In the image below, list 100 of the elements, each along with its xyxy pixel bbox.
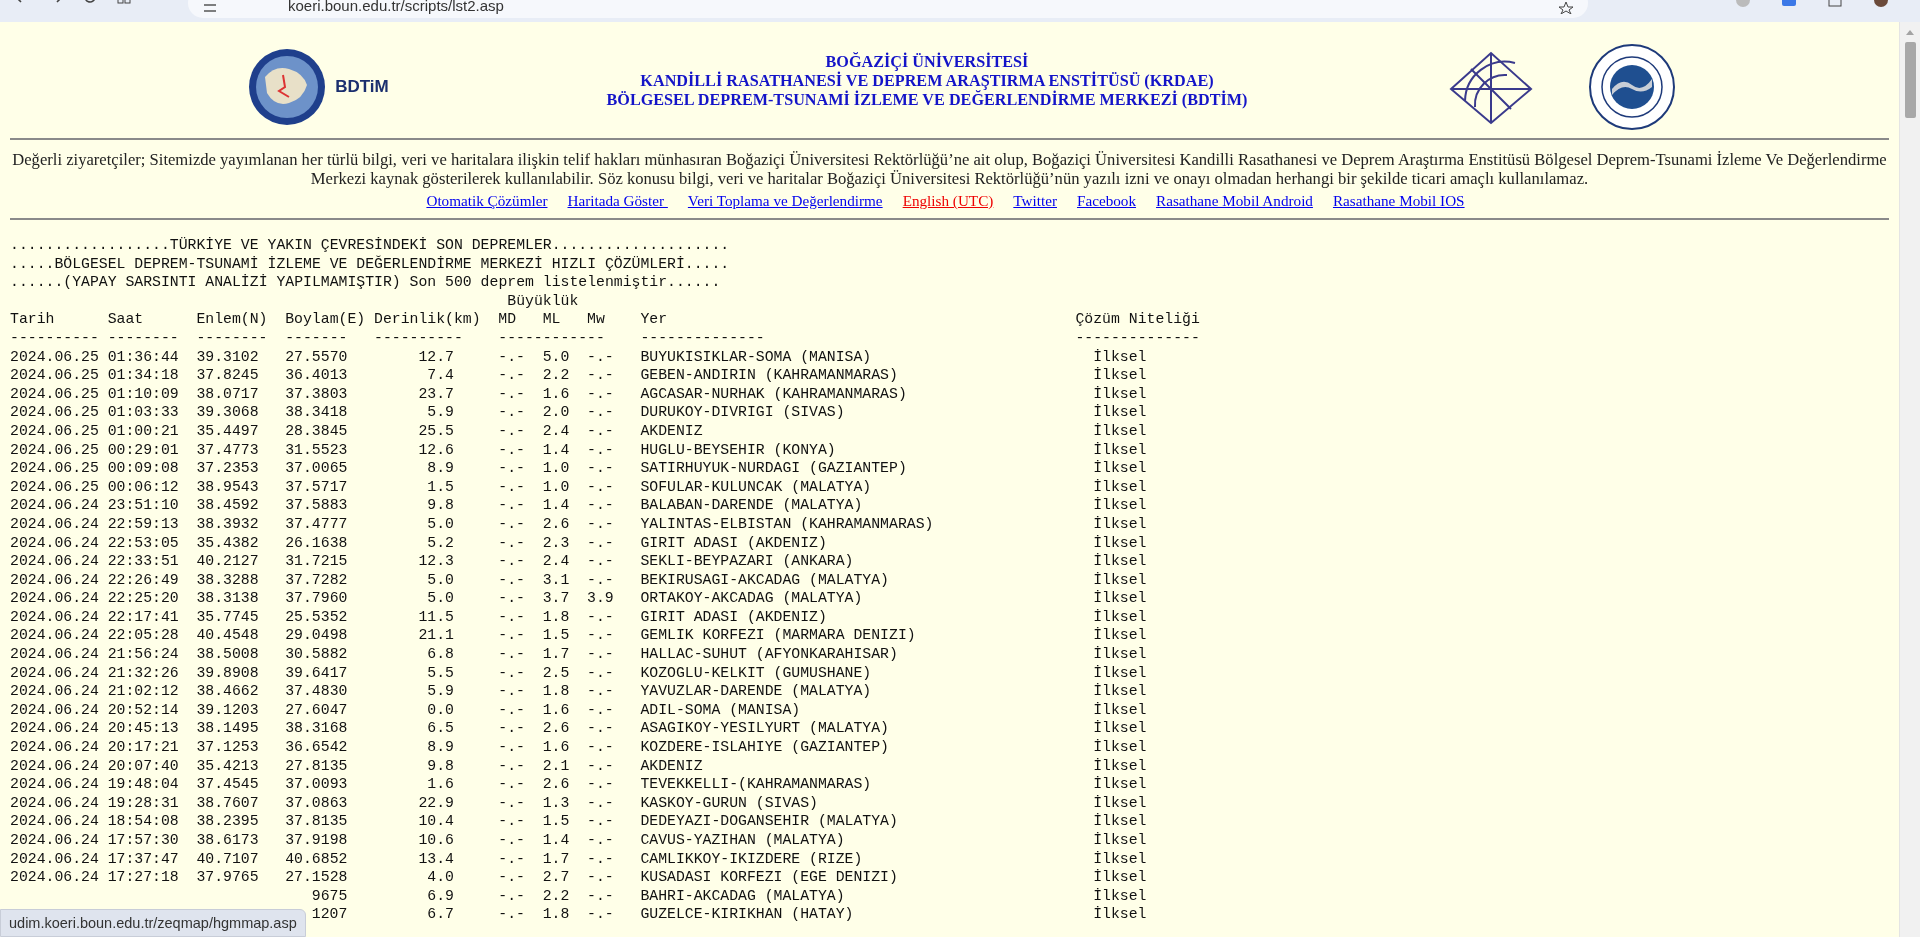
- table-cell: 2.0: [542, 403, 570, 422]
- table-cell: 22:59:13: [107, 514, 179, 534]
- table-cell: -.-: [498, 589, 525, 608]
- address-bar[interactable]: koeri.boun.edu.tr/scripts/lst2.asp: [188, 0, 1588, 18]
- table-cell: 21:02:12: [107, 682, 179, 701]
- scrollbar-thumb[interactable]: [1904, 42, 1916, 118]
- column-header: MD: [498, 310, 517, 329]
- table-cell: 37.5883: [285, 496, 348, 515]
- dash-rule: --------: [107, 328, 179, 348]
- table-cell: 29.0498: [285, 626, 348, 646]
- table-cell: 37.5717: [285, 477, 348, 497]
- table-cell: İlksel: [1093, 663, 1147, 683]
- table-cell: 25.5352: [285, 607, 348, 627]
- table-cell: 22:17:41: [107, 607, 179, 627]
- scroll-up-icon[interactable]: [1905, 28, 1915, 36]
- table-cell: DEDEYAZI-DOGANSEHIR (MALATYA): [640, 812, 898, 831]
- table-cell: İlksel: [1093, 849, 1147, 869]
- table-cell: İlksel: [1093, 477, 1147, 497]
- table-cell: 3.1: [542, 570, 570, 590]
- table-cell: İlksel: [1093, 421, 1147, 441]
- table-cell: İlksel: [1093, 905, 1147, 924]
- table-cell: 2024.06.24: [10, 496, 99, 515]
- table-cell: İlksel: [1093, 868, 1147, 887]
- table-cell: -.-: [587, 459, 614, 478]
- bookmark-star-icon[interactable]: [1558, 2, 1574, 14]
- list-heading: ......(YAPAY SARSINTI ANALİZİ YAPILMAMIŞTIR) Son 500 deprem listelenmiştir......: [10, 274, 721, 291]
- table-cell: 2.6: [542, 719, 570, 739]
- table-cell: -.-: [587, 477, 614, 497]
- nav-link[interactable]: Rasathane Mobil Android: [1156, 192, 1313, 210]
- table-cell: 7.4: [427, 366, 454, 385]
- table-cell: HALLAC-SUHUT (AFYONKARAHISAR): [640, 645, 898, 664]
- table-cell: 00:29:01: [107, 440, 179, 460]
- table-cell: 2.7: [542, 868, 570, 887]
- table-cell: 37.4773: [196, 440, 259, 460]
- table-cell: 22:33:51: [107, 552, 179, 571]
- table-cell: 01:03:33: [107, 403, 179, 422]
- table-cell: 39.3102: [196, 347, 259, 367]
- table-cell: 37.7960: [285, 589, 348, 608]
- address-text: koeri.boun.edu.tr/scripts/lst2.asp: [288, 0, 504, 14]
- table-cell: 10.6: [418, 831, 454, 850]
- table-cell: 2024.06.24: [10, 831, 99, 850]
- table-cell: 2024.06.25: [10, 366, 99, 385]
- column-header: Mw: [587, 310, 605, 329]
- table-cell: 00:09:08: [107, 459, 179, 478]
- nav-link[interactable]: Veri Toplama ve Değerlendirme: [687, 192, 883, 210]
- table-cell: -.-: [498, 384, 525, 404]
- table-cell: 1.4: [542, 496, 570, 515]
- table-cell: 5.5: [427, 663, 454, 683]
- table-cell: -.-: [587, 812, 614, 831]
- table-cell: HUGLU-BEYSEHIR (KONYA): [640, 440, 836, 460]
- table-cell: İlksel: [1093, 645, 1147, 664]
- table-cell: 31.5523: [285, 440, 348, 460]
- table-cell: -.-: [498, 886, 525, 906]
- nav-link[interactable]: Otomatik Çözümler: [426, 192, 548, 210]
- nav-link[interactable]: English (UTC): [902, 192, 994, 210]
- table-cell: -.-: [587, 738, 614, 757]
- table-cell: 20:07:40: [107, 756, 179, 776]
- table-cell: 39.3068: [196, 403, 259, 422]
- table-cell: 6.5: [427, 719, 454, 739]
- table-cell: 38.9543: [196, 477, 259, 497]
- table-cell: GIRIT ADASI (AKDENIZ): [640, 607, 827, 627]
- table-cell: 2024.06.24: [10, 607, 99, 627]
- dash-rule: ----------: [10, 328, 99, 348]
- table-cell: 5.0: [427, 589, 454, 608]
- table-cell: 2024.06.25: [10, 459, 99, 478]
- table-cell: BUYUKISIKLAR-SOMA (MANISA): [640, 347, 872, 367]
- table-cell: 2024.06.24: [10, 719, 99, 739]
- table-cell: -.-: [498, 756, 525, 776]
- table-cell: 2024.06.25: [10, 347, 99, 367]
- table-cell: 37.0863: [285, 793, 348, 813]
- table-cell: 2024.06.24: [10, 589, 99, 608]
- column-header: Tarih: [10, 310, 55, 329]
- table-cell: KOZDERE-ISLAHIYE (GAZIANTEP): [640, 738, 889, 757]
- table-cell: 27.1528: [285, 868, 348, 887]
- nav-link[interactable]: Facebook: [1077, 192, 1137, 210]
- table-cell: 10.4: [418, 812, 454, 831]
- table-cell: 37.2353: [196, 459, 259, 478]
- table-cell: 2024.06.24: [10, 793, 99, 813]
- table-cell: 5.0: [427, 570, 454, 590]
- table-cell: 27.8135: [285, 756, 348, 776]
- table-cell: İlksel: [1093, 552, 1147, 571]
- nav-link[interactable]: Twitter: [1013, 192, 1057, 210]
- table-cell: 2.5: [542, 663, 570, 683]
- nav-link[interactable]: Haritada Göster: [567, 192, 668, 210]
- site-info-icon[interactable]: [202, 2, 218, 14]
- table-cell: -.-: [587, 886, 614, 906]
- nav-link[interactable]: Rasathane Mobil IOS: [1332, 192, 1465, 210]
- table-cell: SATIRHUYUK-NURDAGI (GAZIANTEP): [640, 459, 907, 478]
- table-cell: 35.7745: [196, 607, 259, 627]
- list-heading: ..................TÜRKİYE VE YAKIN ÇEVRESİNDEKİ SON DEPREMLER....................: [10, 237, 730, 253]
- table-cell: 38.6173: [196, 831, 259, 850]
- table-cell: AKDENIZ: [640, 421, 703, 441]
- table-cell: 38.3168: [285, 719, 348, 739]
- table-cell: 38.4662: [196, 682, 259, 701]
- table-cell: -.-: [587, 440, 614, 460]
- table-cell: -.-: [587, 905, 614, 924]
- table-cell: -.-: [498, 459, 525, 478]
- table-cell: 8.9: [427, 459, 454, 478]
- table-cell: İlksel: [1093, 812, 1147, 831]
- table-cell: -.-: [587, 533, 614, 553]
